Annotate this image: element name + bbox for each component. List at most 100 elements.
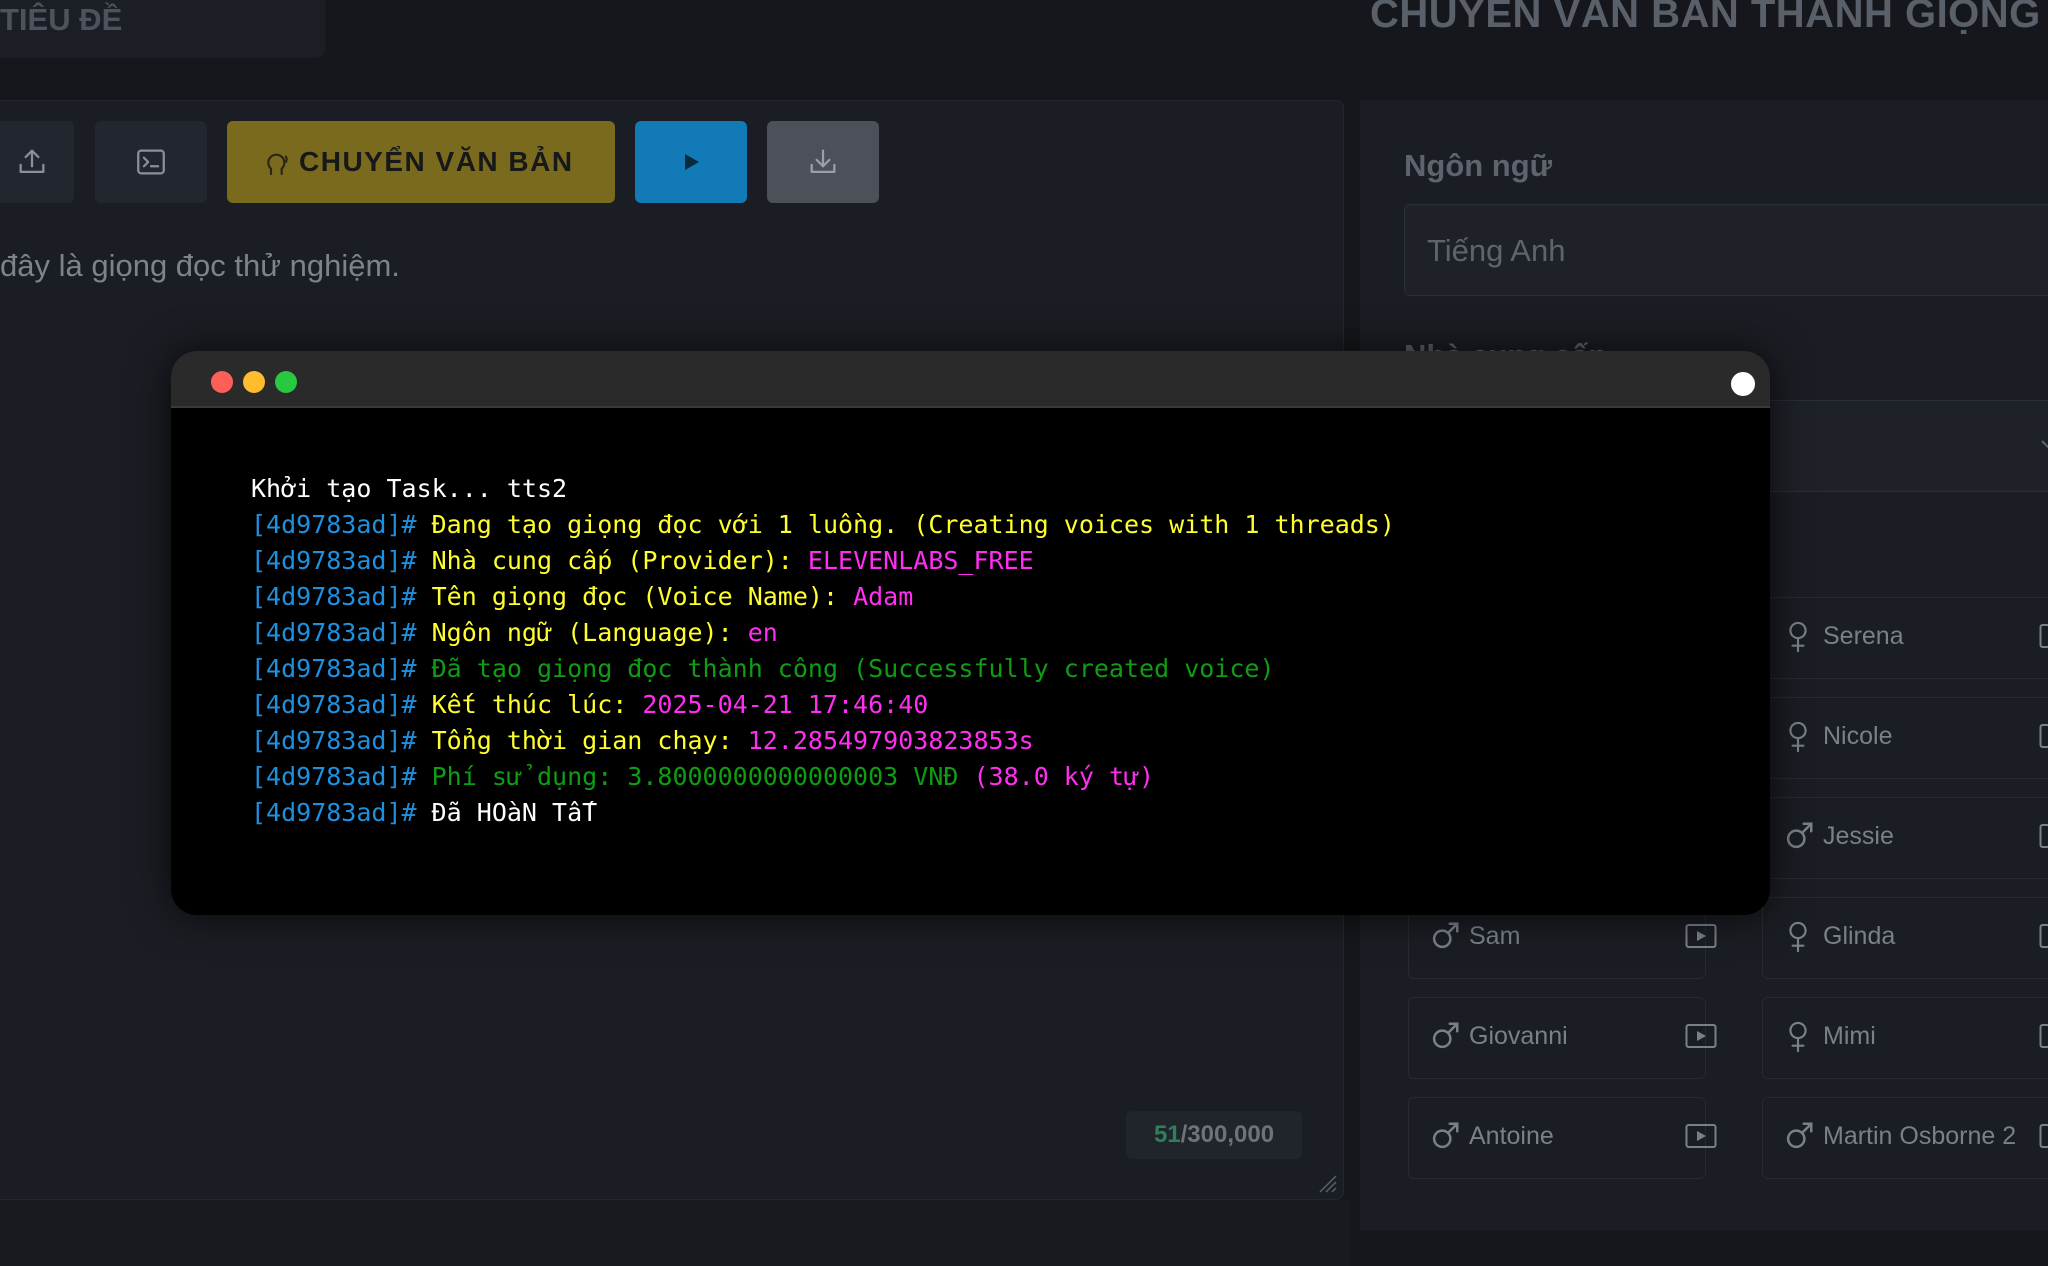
terminal-segment: [4d9783ad]# (251, 726, 432, 755)
play-icon (685, 154, 699, 170)
terminal-segment: en (747, 618, 778, 647)
title-tab-label: TIÊU ĐỀ (0, 2, 123, 37)
terminal-segment: [4d9783ad]# (251, 762, 432, 791)
voice-card[interactable]: Nicole (1762, 697, 2048, 779)
voice-card[interactable]: Mimi (1762, 997, 2048, 1079)
terminal-segment: Phí sử dụng: 3.8000000000000003 VNĐ (431, 762, 974, 791)
voice-card[interactable]: Antoine (1408, 1097, 1717, 1179)
male-icon (1431, 920, 1461, 955)
terminal-segment: 12.285497903823853s (747, 726, 1034, 755)
terminal-segment: [4d9783ad]# (251, 690, 432, 719)
chevron-down-icon (2041, 440, 2048, 449)
voice-name: Jessie (1823, 822, 1894, 850)
voice-card[interactable]: Jessie (1762, 797, 2048, 879)
terminal-segment: [4d9783ad]# (251, 618, 432, 647)
terminal-output: Khởi tạo Task... tts2 [4d9783ad]# Đang tạ… (251, 471, 1395, 831)
terminal-line: Khởi tạo Task... tts2 (251, 471, 1395, 507)
terminal-window: Khởi tạo Task... tts2 [4d9783ad]# Đang tạ… (171, 351, 1770, 915)
voice-name: Mimi (1823, 1022, 1876, 1050)
terminal-segment: Đã HOàN TấT (431, 798, 598, 827)
voice-name: Nicole (1823, 722, 1893, 750)
terminal-segment: [4d9783ad]# (251, 582, 432, 611)
terminal-segment: Đang tạo giọng đọc với 1 luồng. (Creatin… (431, 510, 1395, 539)
terminal-segment: Kết thúc lúc: (431, 690, 643, 719)
preview-play-icon[interactable] (2039, 923, 2048, 954)
upload-button[interactable] (0, 121, 74, 203)
male-icon (1785, 820, 1815, 855)
voice-name: Antoine (1469, 1122, 1554, 1150)
female-icon (1785, 620, 1811, 659)
voice-card[interactable]: Martin Osborne 2 (1762, 1097, 2048, 1179)
language-label: Ngôn ngữ (1404, 148, 1553, 183)
play-button[interactable] (635, 121, 747, 203)
close-window-dot[interactable] (211, 371, 233, 393)
terminal-line: [4d9783ad]# Phí sử dụng: 3.8000000000000… (251, 759, 1395, 795)
terminal-line: [4d9783ad]# Nhà cung cấp (Provider): ELE… (251, 543, 1395, 579)
preview-play-icon[interactable] (2039, 723, 2048, 754)
female-icon (1785, 920, 1811, 959)
char-limit: /300,000 (1180, 1121, 1275, 1148)
terminal-segment: [4d9783ad]# (251, 546, 432, 575)
console-button[interactable] (95, 121, 207, 203)
terminal-line: [4d9783ad]# Kết thúc lúc: 2025-04-21 17:… (251, 687, 1395, 723)
voice-name: Serena (1823, 622, 1904, 650)
preview-play-icon[interactable] (2039, 623, 2048, 654)
terminal-segment: Tổng thời gian chạy: (431, 726, 748, 755)
male-icon (1431, 1120, 1461, 1155)
preview-play-icon[interactable] (2039, 1023, 2048, 1054)
convert-button[interactable]: CHUYỂN VĂN BẢN (227, 121, 615, 203)
maximize-window-dot[interactable] (275, 371, 297, 393)
char-count: 51 (1153, 1121, 1181, 1148)
terminal-title-bar (171, 351, 1770, 408)
voice-name: Giovanni (1469, 1022, 1568, 1050)
footer-strip (0, 1200, 1350, 1266)
speaking-head-icon (267, 153, 288, 176)
preview-play-icon[interactable] (1685, 1123, 1717, 1154)
terminal-line: [4d9783ad]# Tổng thời gian chạy: 12.2854… (251, 723, 1395, 759)
terminal-line: [4d9783ad]# Đã tạo giọng đọc thành công … (251, 651, 1395, 687)
char-counter: 51/300,000 (1126, 1111, 1302, 1159)
voice-card[interactable]: Glinda (1762, 897, 2048, 979)
terminal-line: [4d9783ad]# Đang tạo giọng đọc với 1 luồ… (251, 507, 1395, 543)
terminal-segment: Adam (853, 582, 914, 611)
voice-card[interactable]: Serena (1762, 597, 2048, 679)
editor-text[interactable]: đây là giọng đọc thử nghiệm. (0, 248, 400, 284)
title-tab[interactable]: TIÊU ĐỀ (0, 0, 325, 58)
voice-name: Sam (1469, 922, 1521, 950)
terminal-segment: Nhà cung cấp (Provider): (431, 546, 808, 575)
upload-icon (19, 149, 45, 174)
terminal-segment: [4d9783ad]# (251, 510, 432, 539)
voice-name: Glinda (1823, 922, 1896, 950)
female-icon (1785, 720, 1811, 759)
language-select[interactable]: Tiếng Anh (1404, 204, 2048, 296)
terminal-segment: (38.0 ký tự) (973, 762, 1155, 791)
terminal-line: [4d9783ad]# Tên giọng đọc (Voice Name): … (251, 579, 1395, 615)
preview-play-icon[interactable] (2039, 823, 2048, 854)
terminal-segment: 2025-04-21 17:46:40 (642, 690, 929, 719)
download-button[interactable] (767, 121, 879, 203)
terminal-segment: Đã tạo giọng đọc thành công (Successfull… (431, 654, 1275, 683)
terminal-segment: [4d9783ad]# (251, 654, 432, 683)
terminal-icon (137, 149, 165, 175)
terminal-toggle-dot[interactable] (1731, 372, 1755, 396)
app-title: CHUYỂN VĂN BẢN THÀNH GIỌNG ĐỌC (1370, 0, 2048, 36)
terminal-line: [4d9783ad]# Đã HOàN TấT (251, 795, 1395, 831)
terminal-segment: [4d9783ad]# (251, 798, 432, 827)
convert-button-label: CHUYỂN VĂN BẢN (299, 146, 574, 177)
preview-play-icon[interactable] (1685, 923, 1717, 954)
male-icon (1785, 1120, 1815, 1155)
voice-card[interactable]: Giovanni (1408, 997, 1717, 1079)
language-value: Tiếng Anh (1427, 233, 1566, 268)
resize-handle-icon[interactable] (1314, 1170, 1338, 1194)
terminal-segment: ELEVENLABS_FREE (807, 546, 1034, 575)
terminal-segment: Khởi tạo Task... tts2 (251, 474, 568, 503)
voice-name: Martin Osborne 2 (1823, 1122, 2017, 1150)
minimize-window-dot[interactable] (243, 371, 265, 393)
terminal-line: [4d9783ad]# Ngôn ngữ (Language): en (251, 615, 1395, 651)
female-icon (1785, 1020, 1811, 1059)
terminal-segment: Ngôn ngữ (Language): (431, 618, 748, 647)
male-icon (1431, 1020, 1461, 1055)
terminal-segment: Tên giọng đọc (Voice Name): (431, 582, 854, 611)
preview-play-icon[interactable] (2039, 1123, 2048, 1154)
preview-play-icon[interactable] (1685, 1023, 1717, 1054)
